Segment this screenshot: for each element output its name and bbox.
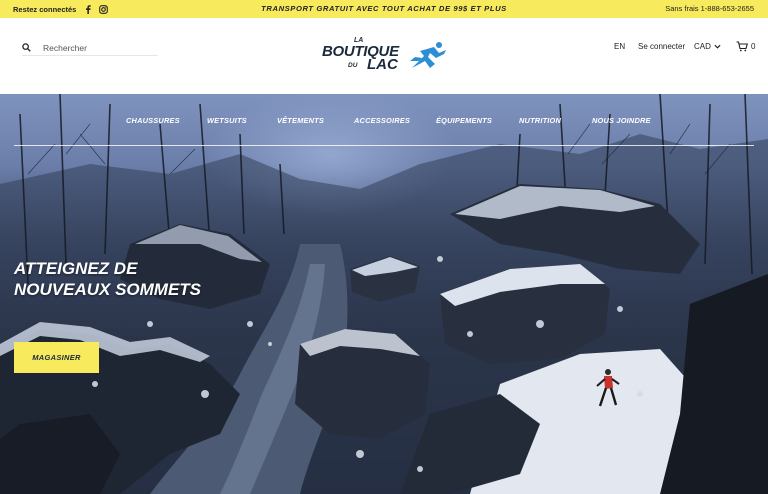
site-logo[interactable]: LA BOUTIQUE DU LAC <box>320 37 450 75</box>
search-input[interactable]: Rechercher <box>43 43 87 53</box>
instagram-icon[interactable] <box>99 4 109 14</box>
nav-divider <box>14 145 754 146</box>
hero-banner: CHAUSSURES WETSUITS VÊTEMENTS ACCESSOIRE… <box>0 94 768 494</box>
search-icon[interactable] <box>22 39 31 57</box>
phone-number[interactable]: Sans frais 1-888-653-2655 <box>665 0 754 18</box>
currency-selector[interactable]: CAD <box>694 42 721 51</box>
logo-du: DU <box>348 62 358 69</box>
login-link[interactable]: Se connecter <box>638 42 685 51</box>
cart-button[interactable]: 0 <box>736 41 755 52</box>
nav-item-accessoires[interactable]: ACCESSOIRES <box>354 116 410 125</box>
announcement-bar: Restez connectés TRANSPORT GRATUIT AVEC … <box>0 0 768 18</box>
hero-headline: ATTEIGNEZ DE NOUVEAUX SOMMETS <box>14 258 201 300</box>
nav-item-chaussures[interactable]: CHAUSSURES <box>126 116 180 125</box>
search-field[interactable]: Rechercher <box>22 40 158 56</box>
hero-headline-line2: NOUVEAUX SOMMETS <box>14 280 202 299</box>
nav-item-nous-joindre[interactable]: NOUS JOINDRE <box>592 116 651 125</box>
nav-item-nutrition[interactable]: NUTRITION <box>519 116 561 125</box>
nav-item-equipements[interactable]: ÉQUIPEMENTS <box>436 116 492 125</box>
logo-lac: LAC <box>367 56 398 73</box>
social-label: Restez connectés <box>13 4 77 14</box>
chevron-down-icon <box>714 44 721 49</box>
hero-headline-line1: ATTEIGNEZ DE <box>14 259 138 278</box>
cart-count: 0 <box>751 42 756 51</box>
runner-logo-icon <box>410 42 446 68</box>
facebook-icon[interactable] <box>83 4 92 14</box>
currency-label: CAD <box>694 42 711 51</box>
nav-item-vetements[interactable]: VÊTEMENTS <box>277 116 324 125</box>
social-links: Restez connectés <box>13 0 109 18</box>
shop-button[interactable]: MAGASINER <box>14 342 99 373</box>
shipping-announcement: TRANSPORT GRATUIT AVEC TOUT ACHAT DE 99$… <box>261 4 507 13</box>
main-navigation: CHAUSSURES WETSUITS VÊTEMENTS ACCESSOIRE… <box>0 94 768 146</box>
language-switch[interactable]: EN <box>614 42 625 51</box>
cart-icon <box>736 41 748 52</box>
nav-item-wetsuits[interactable]: WETSUITS <box>207 116 247 125</box>
